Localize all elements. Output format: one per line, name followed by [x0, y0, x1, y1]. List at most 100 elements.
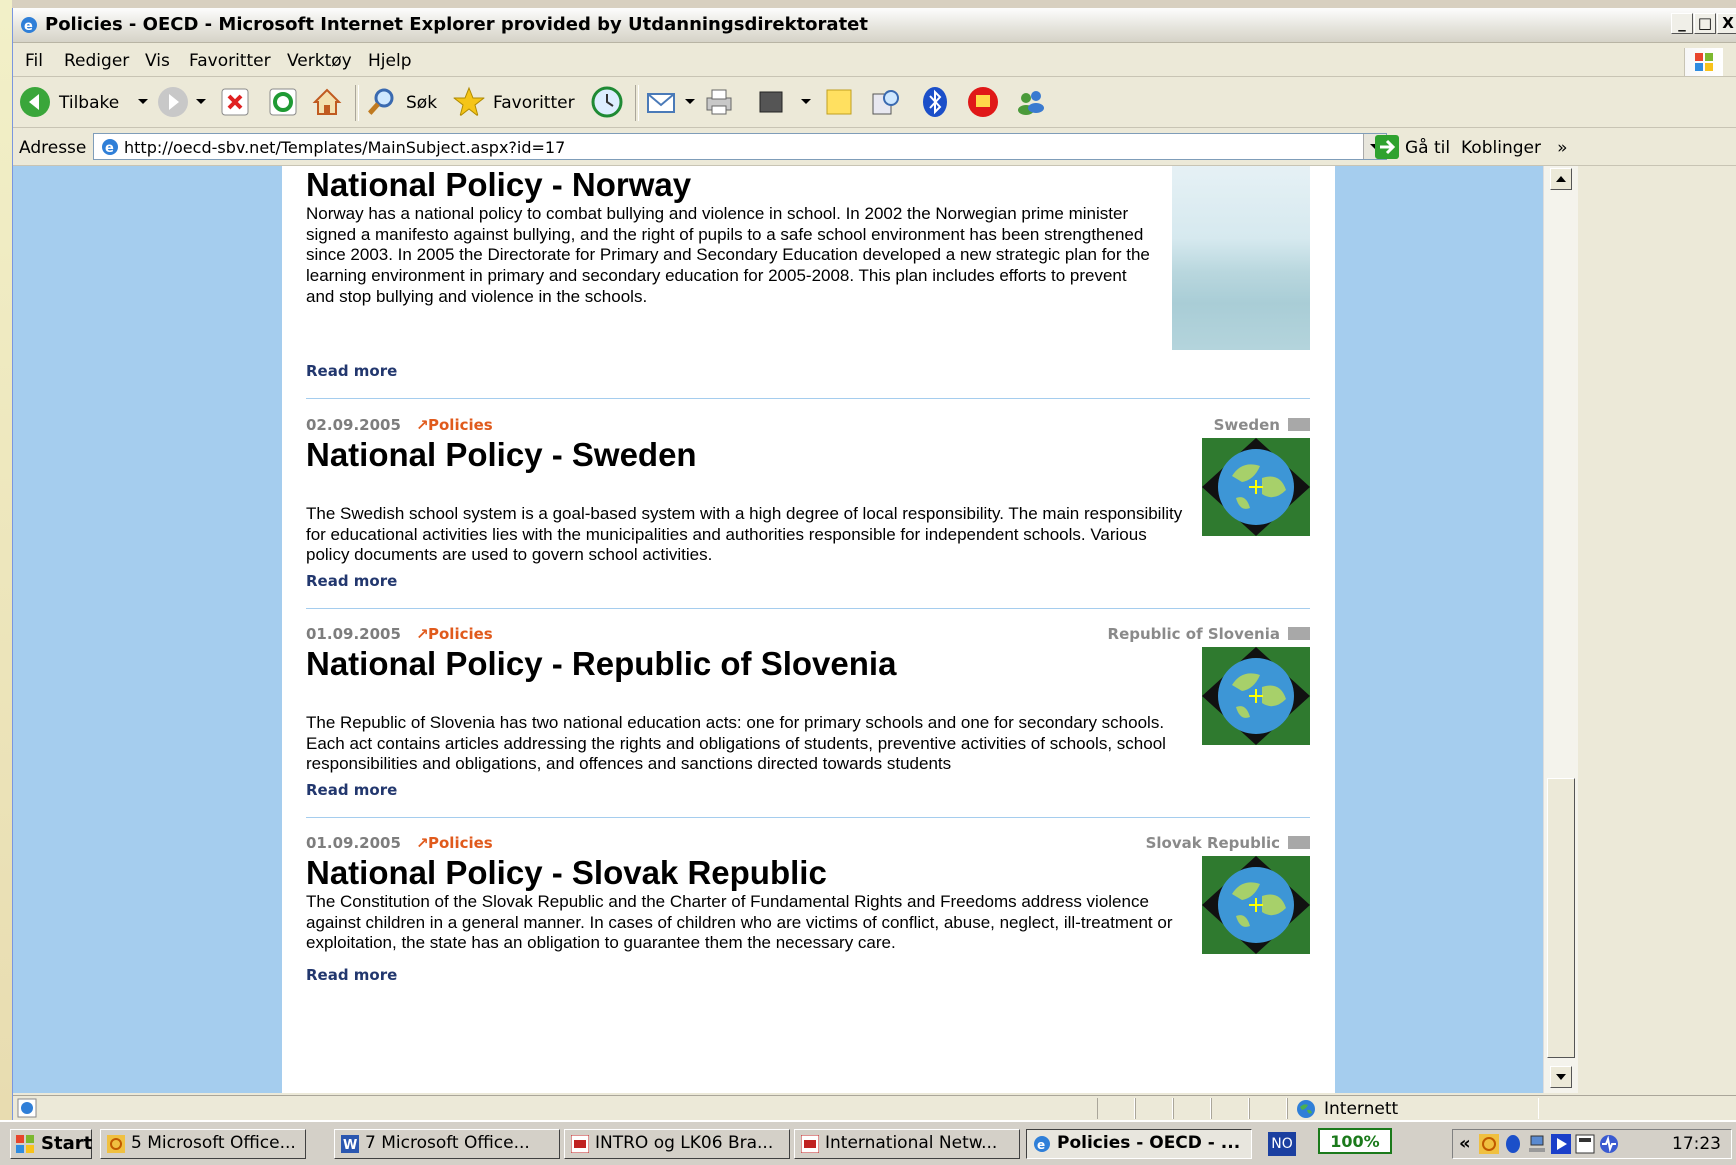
status-cell [1173, 1098, 1211, 1119]
svg-text:W: W [343, 1138, 357, 1153]
tray-expand-icon[interactable]: « [1459, 1133, 1471, 1154]
article-title[interactable]: National Policy - Sweden [306, 436, 697, 474]
task-label: International Netw... [825, 1133, 998, 1153]
read-more-link[interactable]: Read more [306, 572, 397, 590]
address-url: http://oecd-sbv.net/Templates/MainSubjec… [124, 138, 566, 157]
menu-verktoy[interactable]: Verktøy [287, 51, 352, 71]
menu-hjelp[interactable]: Hjelp [368, 51, 411, 71]
article-body: The Constitution of the Slovak Republic … [306, 892, 1173, 953]
category-link[interactable]: ↗Policies [416, 416, 493, 434]
divider [306, 608, 1310, 609]
tray-clock-icon[interactable] [1479, 1134, 1499, 1154]
address-bar: Adresse e http://oecd-sbv.net/Templates/… [13, 129, 1736, 166]
stop-icon[interactable] [219, 86, 251, 118]
article-slovak-republic: 01.09.2005 ↗Policies Slovak Republic Nat… [306, 830, 1310, 1090]
close-button[interactable]: X [1717, 13, 1736, 34]
favorites-label: Favoritter [493, 93, 575, 113]
flag-icon [1288, 627, 1310, 640]
chevron-down-icon [1556, 1074, 1566, 1080]
history-icon[interactable] [591, 86, 623, 118]
edit-icon[interactable] [755, 86, 787, 118]
search-label: Søk [406, 93, 438, 113]
forward-dropdown-icon[interactable] [196, 99, 206, 104]
arrow-icon: ↗ [416, 416, 429, 434]
tray-media-icon[interactable] [1551, 1134, 1571, 1154]
address-label: Adresse [19, 138, 87, 158]
category-link[interactable]: ↗Policies [416, 834, 493, 852]
tray-bluetooth-icon[interactable] [1503, 1134, 1523, 1154]
bluetooth-icon[interactable] [919, 86, 951, 118]
scroll-up-button[interactable] [1550, 168, 1572, 190]
article-title[interactable]: National Policy - Republic of Slovenia [306, 645, 896, 683]
read-more-link[interactable]: Read more [306, 966, 397, 984]
links-button[interactable]: Koblinger » [1461, 138, 1568, 158]
taskbar-item-office-outlook[interactable]: 5 Microsoft Office... [100, 1129, 306, 1159]
menu-rediger[interactable]: Rediger [64, 51, 129, 71]
article-date: 02.09.2005 [306, 416, 401, 434]
zoom-indicator[interactable]: 100% [1318, 1128, 1392, 1154]
address-input[interactable]: e http://oecd-sbv.net/Templates/MainSubj… [93, 133, 1387, 160]
go-arrow-icon [1375, 135, 1399, 159]
back-dropdown-icon[interactable] [138, 99, 148, 104]
maximize-button[interactable]: □ [1694, 13, 1716, 34]
article-title[interactable]: National Policy - Slovak Republic [306, 854, 827, 892]
article-title[interactable]: National Policy - Norway [306, 166, 691, 204]
refresh-icon[interactable] [267, 86, 299, 118]
task-label: INTRO og LK06 Bra... [595, 1133, 774, 1153]
minimize-button[interactable]: _ [1671, 13, 1693, 34]
print-icon[interactable] [703, 86, 735, 118]
clock[interactable]: 17:23 [1672, 1134, 1721, 1154]
notes-icon[interactable] [823, 86, 855, 118]
research-icon[interactable] [869, 86, 901, 118]
arrow-icon: ↗ [416, 625, 429, 643]
zone-label: Internett [1324, 1099, 1399, 1119]
taskbar: Start 5 Microsoft Office... W 7 Microsof… [0, 1120, 1736, 1165]
ie-icon: e [1034, 1136, 1050, 1152]
globe-icon [1202, 438, 1310, 536]
category-link[interactable]: ↗Policies [416, 625, 493, 643]
status-cell [1211, 1098, 1249, 1119]
page-content: National Policy - Norway Norway has a na… [282, 166, 1335, 1093]
taskbar-item-policies[interactable]: e Policies - OECD - ... [1026, 1129, 1252, 1159]
menu-vis[interactable]: Vis [145, 51, 170, 71]
start-button[interactable]: Start [10, 1129, 92, 1159]
task-label: Policies - OECD - ... [1057, 1133, 1241, 1153]
scroll-thumb[interactable] [1547, 778, 1575, 1058]
menu-fil[interactable]: Fil [25, 51, 43, 71]
flag-icon [1288, 836, 1310, 849]
read-more-link[interactable]: Read more [306, 781, 397, 799]
svg-text:e: e [1037, 1138, 1045, 1152]
scroll-down-button[interactable] [1550, 1066, 1572, 1088]
mail-dropdown-icon[interactable] [685, 99, 695, 104]
word-icon: W [341, 1135, 359, 1153]
tray-network-icon[interactable] [1527, 1134, 1547, 1154]
taskbar-item-intro[interactable]: INTRO og LK06 Bra... [564, 1129, 790, 1159]
menu-favoritter[interactable]: Favoritter [189, 51, 271, 71]
taskbar-item-office-word[interactable]: W 7 Microsoft Office... [334, 1129, 560, 1159]
messenger-icon[interactable] [967, 86, 999, 118]
article-body: The Republic of Slovenia has two nationa… [306, 713, 1166, 774]
read-more-link[interactable]: Read more [306, 362, 397, 380]
search-icon [367, 88, 394, 116]
language-indicator[interactable]: NO [1268, 1132, 1296, 1156]
pdf-icon [571, 1135, 589, 1153]
tray-activity-icon[interactable] [1599, 1134, 1619, 1154]
forward-icon[interactable] [157, 86, 189, 118]
home-icon[interactable] [311, 86, 343, 118]
divider [306, 817, 1310, 818]
article-sweden: 02.09.2005 ↗Policies Sweden National Pol… [306, 412, 1310, 612]
windows-flag-icon [16, 1135, 34, 1153]
desktop-background [0, 0, 12, 1120]
mail-icon[interactable] [645, 86, 677, 118]
security-zone: Internett [1287, 1098, 1539, 1119]
page-viewport: National Policy - Norway Norway has a na… [13, 166, 1543, 1093]
arrow-icon: ↗ [416, 834, 429, 852]
edit-dropdown-icon[interactable] [801, 99, 811, 104]
vertical-scrollbar[interactable] [1543, 166, 1578, 1093]
windows-flag-icon [1684, 48, 1723, 76]
tray-monitor-icon[interactable] [1575, 1134, 1595, 1154]
go-button[interactable]: Gå til [1371, 133, 1451, 161]
go-label: Gå til [1405, 138, 1451, 158]
taskbar-item-international[interactable]: International Netw... [794, 1129, 1020, 1159]
contacts-icon[interactable] [1015, 86, 1047, 118]
